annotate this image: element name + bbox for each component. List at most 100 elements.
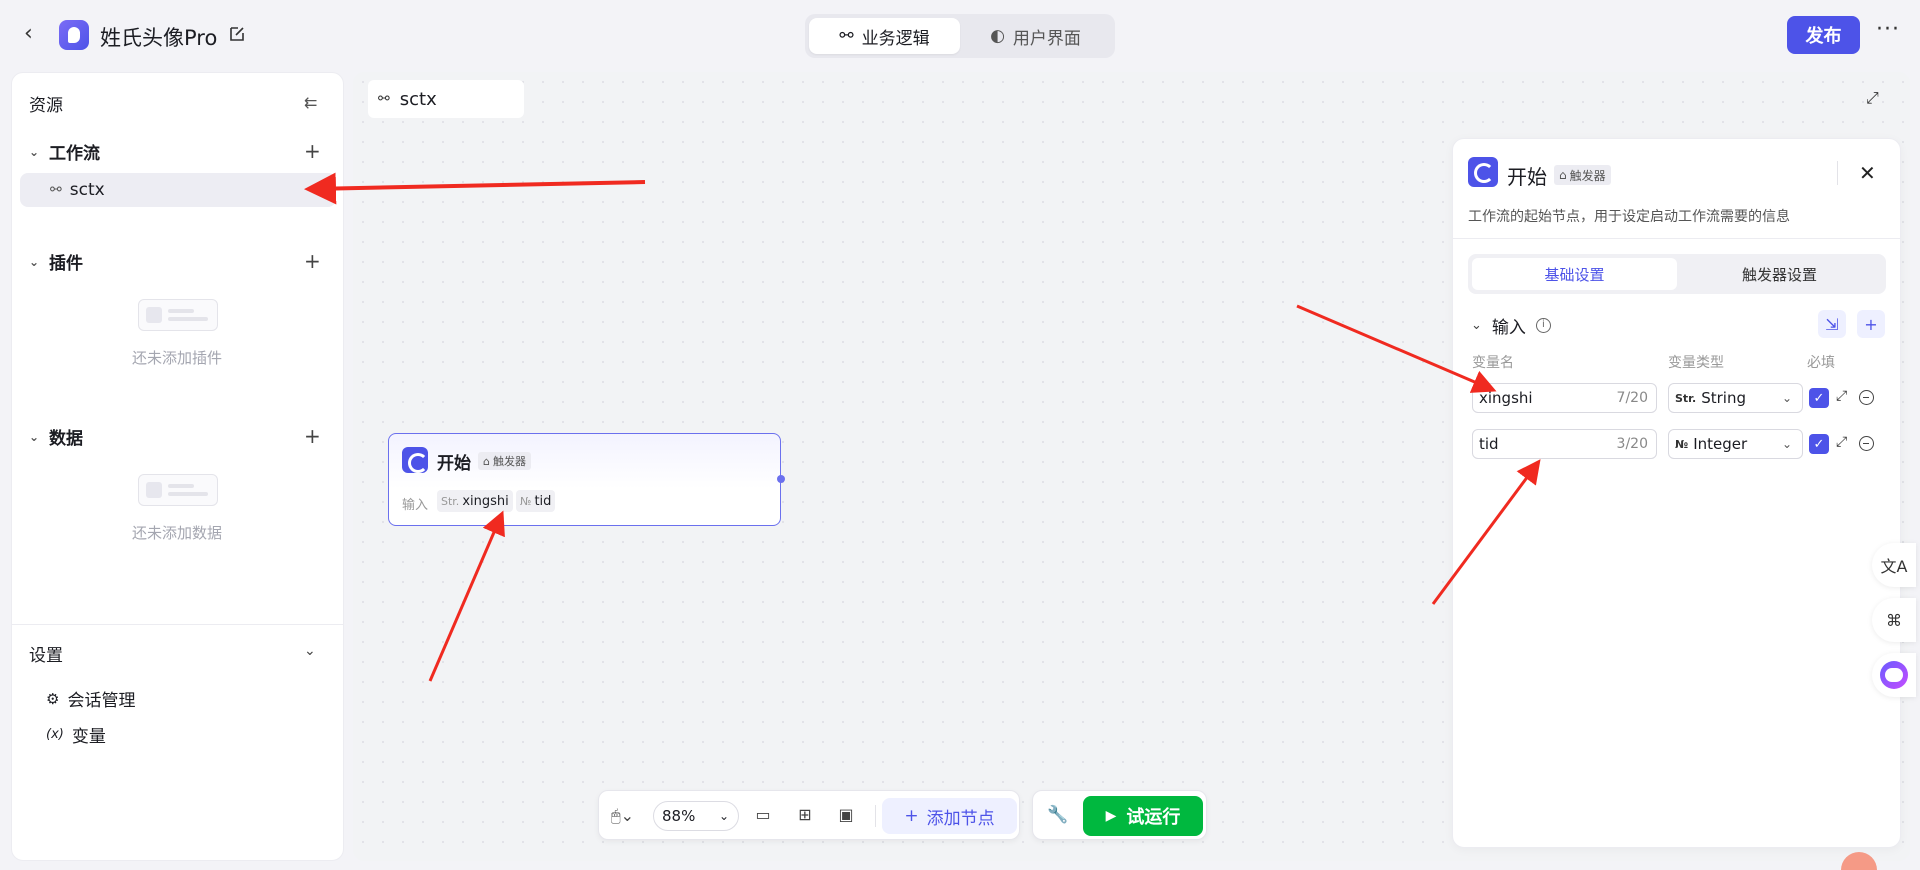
input-section-header[interactable]: ⌄ 输入 i xyxy=(1471,313,1551,338)
param-name: xingshi xyxy=(462,493,509,509)
expand-icon[interactable]: ⤢ xyxy=(1836,434,1847,450)
comment-icon[interactable]: ▭ xyxy=(753,805,773,825)
apps-grid-icon[interactable]: ⌘ xyxy=(1872,598,1916,642)
run-toolbar: 🔧 ▶ 试运行 xyxy=(1032,790,1207,840)
node-input-label: 输入 xyxy=(402,498,429,513)
bot-face xyxy=(1880,661,1908,689)
variable-type-select[interactable]: № Integer ⌄ xyxy=(1668,429,1803,459)
param-chip: Str. xingshi xyxy=(437,490,513,512)
add-node-button[interactable]: + 添加节点 xyxy=(882,798,1017,834)
play-icon: ▶ xyxy=(1105,808,1117,824)
trigger-badge-label: 触发器 xyxy=(1569,168,1606,183)
add-workflow-button[interactable]: + xyxy=(304,139,321,163)
required-checkbox[interactable]: ✓ xyxy=(1809,388,1829,408)
panel-title: 开始 xyxy=(1507,165,1547,189)
info-icon[interactable]: i xyxy=(1535,318,1551,333)
start-node[interactable]: 开始 ⌂ 触发器 输入 Str. xingshi № tid xyxy=(388,433,785,526)
sidebar-item-sctx[interactable]: ⚯ sctx xyxy=(20,173,336,207)
remove-icon[interactable] xyxy=(1859,390,1874,405)
sidebar-item-label: 变量 xyxy=(71,727,106,747)
minimap-icon[interactable]: ▣ xyxy=(836,805,856,825)
remove-icon[interactable] xyxy=(1859,436,1874,451)
group-data-header[interactable]: ⌄ 数据 xyxy=(29,424,83,449)
section-label: 输入 xyxy=(1491,318,1526,338)
start-node-icon xyxy=(1468,157,1498,187)
chevron-down-icon: ⌄ xyxy=(1781,391,1792,405)
add-plugin-button[interactable]: + xyxy=(304,249,321,273)
sidebar-item-label: sctx xyxy=(69,180,105,200)
trigger-badge: ⌂ 触发器 xyxy=(478,452,531,470)
type-value: Integer xyxy=(1693,435,1748,453)
plus-icon: + xyxy=(904,806,919,826)
column-header: 变量名 xyxy=(1472,355,1514,371)
empty-placeholder-icon xyxy=(138,299,218,331)
trigger-badge: ⌂ 触发器 xyxy=(1554,165,1611,185)
tab-business-logic[interactable]: ⚯ 业务逻辑 xyxy=(809,18,960,54)
import-variable-icon[interactable]: ⇲ xyxy=(1818,310,1846,338)
tab-basic-settings[interactable]: 基础设置 xyxy=(1472,258,1677,290)
tab-label: 业务逻辑 xyxy=(861,28,930,49)
type-value: String xyxy=(1701,389,1746,407)
workflow-tab[interactable]: ⚯ sctx xyxy=(368,80,524,118)
more-options-icon[interactable]: ··· xyxy=(1876,19,1900,41)
required-checkbox[interactable]: ✓ xyxy=(1809,434,1829,454)
column-header: 必填 xyxy=(1807,355,1835,371)
sidebar-item-conversation[interactable]: ⚙ 会话管理 xyxy=(46,686,135,712)
sidebar-item-variables[interactable]: (x) 变量 xyxy=(46,722,106,747)
view-switcher: ⚯ 业务逻辑 ◐ 用户界面 xyxy=(805,14,1115,58)
group-workflow-header[interactable]: ⌄ 工作流 xyxy=(29,139,100,164)
wrench-icon[interactable]: 🔧 xyxy=(1047,805,1068,825)
param-type: № xyxy=(520,494,532,508)
empty-placeholder-icon xyxy=(138,474,218,506)
translate-icon[interactable]: 文A xyxy=(1872,543,1916,587)
add-variable-button[interactable]: + xyxy=(1857,310,1885,338)
tab-user-interface[interactable]: ◐ 用户界面 xyxy=(960,18,1111,54)
expand-icon[interactable]: ⤢ xyxy=(1836,388,1847,404)
edit-icon[interactable] xyxy=(228,25,246,43)
group-label: 插件 xyxy=(49,254,83,274)
workflow-icon: ⚯ xyxy=(50,182,62,198)
assistant-bot-icon[interactable] xyxy=(1872,653,1916,697)
data-empty-text: 还未添加数据 xyxy=(132,524,223,542)
workflow-tab-label: sctx xyxy=(399,88,437,110)
back-arrow-icon[interactable]: ‹ xyxy=(24,22,48,46)
tab-trigger-settings[interactable]: 触发器设置 xyxy=(1677,258,1882,290)
close-icon[interactable]: ✕ xyxy=(1859,161,1876,185)
zoom-value: 88% xyxy=(662,807,696,825)
publish-button[interactable]: 发布 xyxy=(1787,16,1860,54)
trigger-badge-label: 触发器 xyxy=(492,455,526,468)
divider xyxy=(875,805,876,827)
divider xyxy=(12,624,343,625)
output-port[interactable] xyxy=(777,475,785,483)
node-title: 开始 xyxy=(437,454,471,474)
start-node-icon xyxy=(402,447,428,473)
fullscreen-icon[interactable]: ⤢ xyxy=(1866,88,1879,108)
add-data-button[interactable]: + xyxy=(304,424,321,448)
layout-grid-icon[interactable]: ⊞ xyxy=(795,805,815,825)
param-name: tid xyxy=(534,493,552,509)
tab-label: 用户界面 xyxy=(1012,28,1081,49)
workflow-icon: ⚯ xyxy=(839,26,854,46)
app-title: 姓氏头像Pro xyxy=(100,26,218,50)
variable-name-input[interactable]: tid 3/20 xyxy=(1472,429,1657,459)
app-logo xyxy=(59,20,89,50)
settings-header[interactable]: 设置 xyxy=(29,641,63,666)
node-config-panel: 开始 ⌂ 触发器 ✕ 工作流的起始节点，用于设定启动工作流需要的信息 基础设置 … xyxy=(1452,138,1901,848)
test-run-button[interactable]: ▶ 试运行 xyxy=(1083,796,1203,836)
param-chip: № tid xyxy=(516,490,556,512)
test-run-label: 试运行 xyxy=(1126,807,1181,828)
variable-name-input[interactable]: xingshi 7/20 xyxy=(1472,383,1657,413)
chevron-down-icon[interactable]: ⌄ xyxy=(304,643,316,659)
group-label: 工作流 xyxy=(49,144,100,164)
canvas-toolbar: 🖱⌄ 88% ⌄ ▭ ⊞ ▣ + 添加节点 xyxy=(598,790,1020,840)
group-plugin-header[interactable]: ⌄ 插件 xyxy=(29,249,83,274)
variable-type-select[interactable]: Str. String ⌄ xyxy=(1668,383,1803,413)
param-type: Str. xyxy=(441,494,460,508)
mouse-mode-icon[interactable]: 🖱⌄ xyxy=(611,806,634,826)
collapse-sidebar-icon[interactable]: ⇇ xyxy=(304,93,317,112)
variable-name-value: xingshi xyxy=(1479,389,1533,407)
type-icon: Str. xyxy=(1675,391,1697,405)
resource-sidebar: 资源 ⇇ ⌄ 工作流 + ⚯ sctx ⌄ 插件 + 还未添加插件 ⌄ 数据 +… xyxy=(11,72,344,861)
char-counter: 3/20 xyxy=(1616,436,1648,452)
zoom-select[interactable]: 88% ⌄ xyxy=(653,801,739,831)
